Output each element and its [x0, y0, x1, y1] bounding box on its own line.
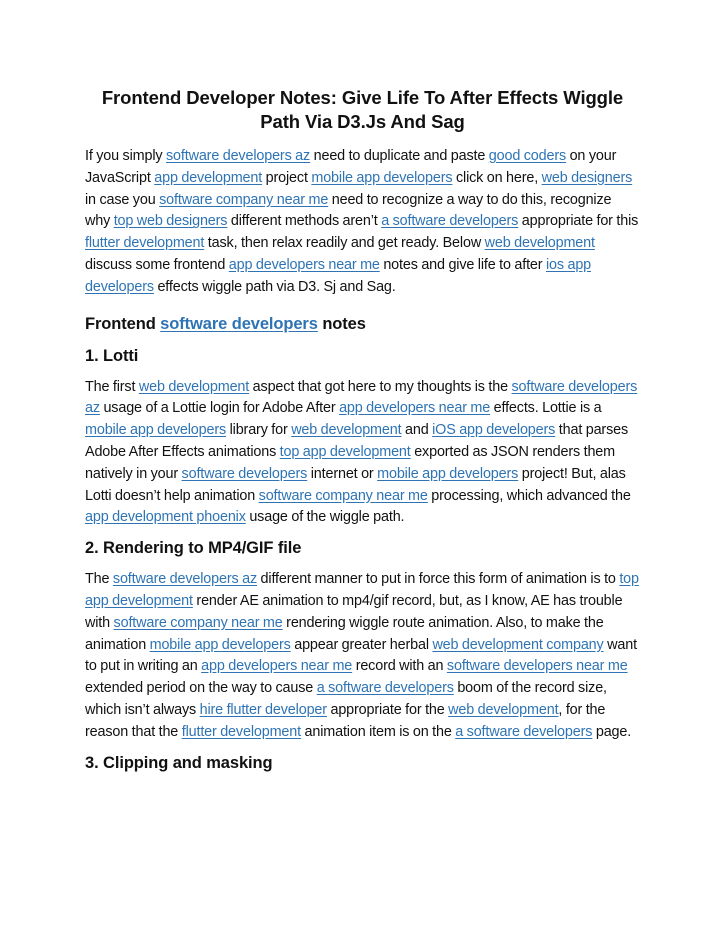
text-run: appropriate for this: [518, 213, 639, 230]
text-run: effects wiggle path via D3. Sj and Sag.: [153, 278, 396, 295]
text-run: record with an: [352, 658, 447, 675]
text-run: processing, which advanced the: [427, 487, 631, 504]
inline-link[interactable]: web designers: [542, 170, 633, 186]
text-run: aspect that got here to my thoughts is t…: [249, 378, 512, 395]
inline-link[interactable]: top app development: [280, 444, 411, 460]
inline-link[interactable]: web development: [291, 422, 401, 438]
text-run: notes and give life to after: [379, 256, 546, 273]
inline-link[interactable]: a software developers: [381, 213, 518, 229]
text-run: different methods aren’t: [227, 213, 382, 230]
section-body-rendering: The software developers az different man…: [85, 569, 640, 743]
inline-link[interactable]: software developers: [182, 466, 308, 482]
inline-link[interactable]: hire flutter developer: [200, 702, 327, 718]
inline-link[interactable]: a software developers: [317, 680, 454, 696]
text-run: notes: [317, 314, 366, 333]
text-run: If you simply: [85, 148, 166, 164]
section-heading-clipping: 3. Clipping and masking: [85, 753, 273, 772]
inline-link[interactable]: app developers near me: [229, 257, 380, 273]
inline-link[interactable]: software company near me: [259, 488, 428, 504]
text-run: effects. Lottie is a: [490, 400, 602, 417]
text-run: click on here,: [452, 169, 542, 186]
inline-link[interactable]: web development: [139, 379, 249, 395]
inline-link[interactable]: web development company: [432, 637, 603, 653]
text-run: usage of a Lottie login for Adobe After: [99, 400, 340, 417]
text-run: usage of the wiggle path.: [245, 509, 405, 526]
inline-link[interactable]: a software developers: [455, 724, 592, 740]
inline-link[interactable]: web development: [448, 702, 558, 718]
document-page: Frontend Developer Notes: Give Life To A…: [85, 86, 640, 784]
inline-link[interactable]: mobile app developers: [377, 466, 518, 482]
inline-link[interactable]: top web designers: [114, 213, 228, 229]
document-title: Frontend Developer Notes: Give Life To A…: [101, 87, 624, 132]
section-heading-lotti: 1. Lotti: [85, 346, 139, 365]
inline-link[interactable]: software developers: [160, 315, 318, 333]
text-run: page.: [592, 723, 632, 740]
text-run: and: [401, 422, 433, 439]
inline-link[interactable]: web development: [485, 235, 595, 251]
inline-link[interactable]: flutter development: [182, 724, 301, 740]
inline-link[interactable]: software company near me: [159, 192, 328, 208]
text-run: task, then relax readily and get ready. …: [204, 235, 485, 252]
text-run: need to duplicate and paste: [310, 148, 489, 164]
inline-link[interactable]: app development: [154, 170, 262, 186]
section-body-lotti: The first web development aspect that go…: [85, 377, 640, 530]
text-run: extended period on the way to cause: [85, 680, 317, 697]
intro-paragraph: If you simply software developers az nee…: [85, 146, 640, 299]
text-run: The first: [85, 378, 139, 395]
text-run: appear greater herbal: [290, 636, 433, 653]
section-heading-rendering: 2. Rendering to MP4/GIF file: [85, 539, 302, 558]
inline-link[interactable]: mobile app developers: [311, 170, 452, 186]
text-run: discuss some frontend: [85, 256, 229, 273]
inline-link[interactable]: software company near me: [114, 615, 283, 631]
inline-link[interactable]: app developers near me: [339, 400, 490, 416]
text-run: appropriate for the: [326, 701, 449, 718]
inline-link[interactable]: app development phoenix: [85, 509, 246, 525]
text-run: library for: [226, 422, 292, 439]
text-run: The: [85, 571, 113, 588]
inline-link[interactable]: software developers az: [113, 571, 257, 587]
inline-link[interactable]: mobile app developers: [150, 637, 291, 653]
text-run: different manner to put in force this fo…: [257, 571, 620, 588]
text-run: in case you: [85, 191, 160, 208]
text-run: animation item is on the: [300, 723, 456, 740]
text-run: internet or: [307, 465, 378, 482]
text-run: Frontend: [85, 314, 161, 333]
text-run: project: [262, 169, 312, 186]
inline-link[interactable]: good coders: [489, 148, 566, 164]
inline-link[interactable]: software developers near me: [447, 658, 628, 674]
inline-link[interactable]: app developers near me: [201, 658, 352, 674]
inline-link[interactable]: flutter development: [85, 235, 204, 251]
inline-link[interactable]: mobile app developers: [85, 422, 226, 438]
notes-section-heading: Frontend software developers notes: [85, 313, 640, 335]
inline-link[interactable]: software developers az: [166, 148, 310, 164]
inline-link[interactable]: iOS app developers: [432, 422, 555, 438]
